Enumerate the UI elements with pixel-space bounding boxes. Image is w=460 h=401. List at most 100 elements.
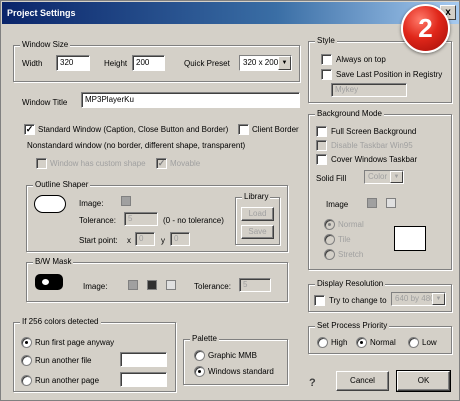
priority-high-radio[interactable]	[317, 337, 328, 348]
window-size-legend: Window Size	[20, 40, 71, 50]
standard-window-checkbox[interactable]: ✓	[24, 124, 35, 135]
priority-low-label: Low	[422, 338, 437, 347]
palette-group: Palette	[183, 334, 288, 385]
nonstandard-window-label: Nonstandard window (no border, different…	[27, 141, 246, 150]
try-change-checkbox[interactable]	[314, 295, 325, 306]
folder-icon[interactable]	[128, 280, 138, 290]
client-border-label: Client Border	[252, 125, 299, 134]
start-y-input[interactable]: 0	[170, 232, 190, 246]
window-title-label: Window Title	[22, 98, 68, 107]
background-preview	[394, 226, 426, 251]
custom-shape-label: Window has custom shape	[50, 159, 146, 168]
outline-tolerance-label: Tolerance:	[79, 216, 116, 225]
run-another-file-radio[interactable]	[21, 355, 32, 366]
client-border-checkbox[interactable]	[238, 124, 249, 135]
title-bar: Project Settings x	[2, 2, 459, 24]
cover-taskbar-label: Cover Windows Taskbar	[331, 155, 418, 164]
quick-preset-value: 320 x 200	[243, 58, 279, 67]
chevron-down-icon: ▼	[432, 293, 445, 305]
load-button[interactable]: Load	[241, 207, 274, 221]
library-legend: Library	[242, 192, 271, 202]
height-input[interactable]: 200	[132, 55, 165, 71]
stretch-label: Stretch	[338, 250, 364, 259]
run-another-file-label: Run another file	[35, 356, 92, 365]
display-resolution-legend: Display Resolution	[315, 279, 386, 289]
run-first-page-radio[interactable]	[21, 337, 32, 348]
windows-standard-radio[interactable]	[194, 366, 205, 377]
quick-preset-label: Quick Preset	[184, 59, 230, 68]
help-icon[interactable]: ?	[309, 378, 316, 389]
normal-radio[interactable]	[324, 219, 335, 230]
ok-button[interactable]: OK	[396, 370, 451, 392]
chevron-down-icon: ▼	[278, 56, 291, 70]
clear-icon[interactable]	[166, 280, 176, 290]
resolution-select[interactable]: 640 by 480 ▼	[391, 292, 446, 306]
save-position-label: Save Last Position in Registry	[336, 70, 443, 79]
window-title-input[interactable]: MP3PlayerKu	[81, 92, 300, 108]
width-label: Width	[22, 59, 43, 68]
clear-icon[interactable]	[386, 198, 396, 208]
palette-legend: Palette	[190, 334, 219, 344]
solid-fill-select[interactable]: Color ▼	[364, 170, 404, 184]
save-position-checkbox[interactable]	[321, 69, 332, 80]
graphic-mmb-radio[interactable]	[194, 350, 205, 361]
window-title: Project Settings	[7, 8, 76, 18]
priority-low-radio[interactable]	[408, 337, 419, 348]
step-number-badge: 2	[401, 4, 450, 53]
cancel-button[interactable]: Cancel	[336, 371, 389, 391]
save-icon[interactable]	[147, 280, 157, 290]
tile-label: Tile	[338, 235, 351, 244]
always-on-top-label: Always on top	[336, 55, 386, 64]
normal-label: Normal	[338, 220, 364, 229]
solid-fill-value: Color	[368, 172, 388, 181]
folder-icon[interactable]	[367, 198, 377, 208]
outline-shaper-legend: Outline Shaper	[33, 180, 91, 190]
priority-normal-radio[interactable]	[356, 337, 367, 348]
always-on-top-checkbox[interactable]	[321, 54, 332, 65]
tile-radio[interactable]	[324, 234, 335, 245]
stretch-radio[interactable]	[324, 249, 335, 260]
background-mode-legend: Background Mode	[315, 109, 384, 119]
folder-icon[interactable]	[121, 196, 131, 206]
colors-256-legend: If 256 colors detected	[20, 317, 101, 327]
windows-standard-label: Windows standard	[208, 367, 274, 376]
chevron-down-icon: ▼	[390, 171, 403, 183]
start-y-label: y	[161, 236, 165, 245]
full-screen-label: Full Screen Background	[331, 127, 417, 136]
solid-fill-label: Solid Fill	[316, 174, 347, 183]
run-another-page-radio[interactable]	[21, 375, 32, 386]
another-file-input[interactable]	[120, 352, 167, 367]
movable-checkbox[interactable]: ✓	[156, 158, 167, 169]
disable-taskbar-checkbox[interactable]	[316, 140, 327, 151]
try-change-label: Try to change to	[329, 296, 387, 305]
start-point-label: Start point:	[79, 236, 118, 245]
save-button[interactable]: Save	[241, 225, 274, 239]
mask-tolerance-input[interactable]: 5	[239, 278, 271, 292]
run-first-page-label: Run first page anyway	[35, 338, 115, 347]
quick-preset-select[interactable]: 320 x 200 ▼	[239, 55, 292, 71]
height-label: Height	[104, 59, 128, 68]
resolution-value: 640 by 480	[395, 294, 435, 303]
full-screen-checkbox[interactable]	[316, 126, 327, 137]
start-x-label: x	[127, 236, 131, 245]
priority-normal-label: Normal	[370, 338, 396, 347]
registry-key-input[interactable]: Mykey	[331, 83, 407, 97]
graphic-mmb-label: Graphic MMB	[208, 351, 257, 360]
width-input[interactable]: 320	[56, 55, 90, 71]
outline-image-label: Image:	[79, 199, 104, 208]
movable-label: Movable	[170, 159, 201, 168]
background-mode-group: Background Mode	[308, 109, 452, 270]
bw-mask-legend: B/W Mask	[33, 257, 74, 267]
mask-image-label: Image:	[83, 282, 108, 291]
outline-tolerance-note: (0 - no tolerance)	[163, 216, 224, 225]
outline-shape-preview	[34, 195, 66, 213]
custom-shape-checkbox[interactable]	[36, 158, 47, 169]
outline-tolerance-input[interactable]: 5	[124, 212, 158, 226]
disable-taskbar-label: Disable Taskbar Win95	[331, 141, 413, 150]
standard-window-label: Standard Window (Caption, Close Button a…	[38, 125, 229, 134]
another-page-input[interactable]	[120, 372, 167, 387]
cover-taskbar-checkbox[interactable]	[316, 154, 327, 165]
start-x-input[interactable]: 0	[135, 232, 155, 246]
process-priority-legend: Set Process Priority	[315, 321, 390, 331]
background-image-label: Image	[326, 200, 349, 209]
